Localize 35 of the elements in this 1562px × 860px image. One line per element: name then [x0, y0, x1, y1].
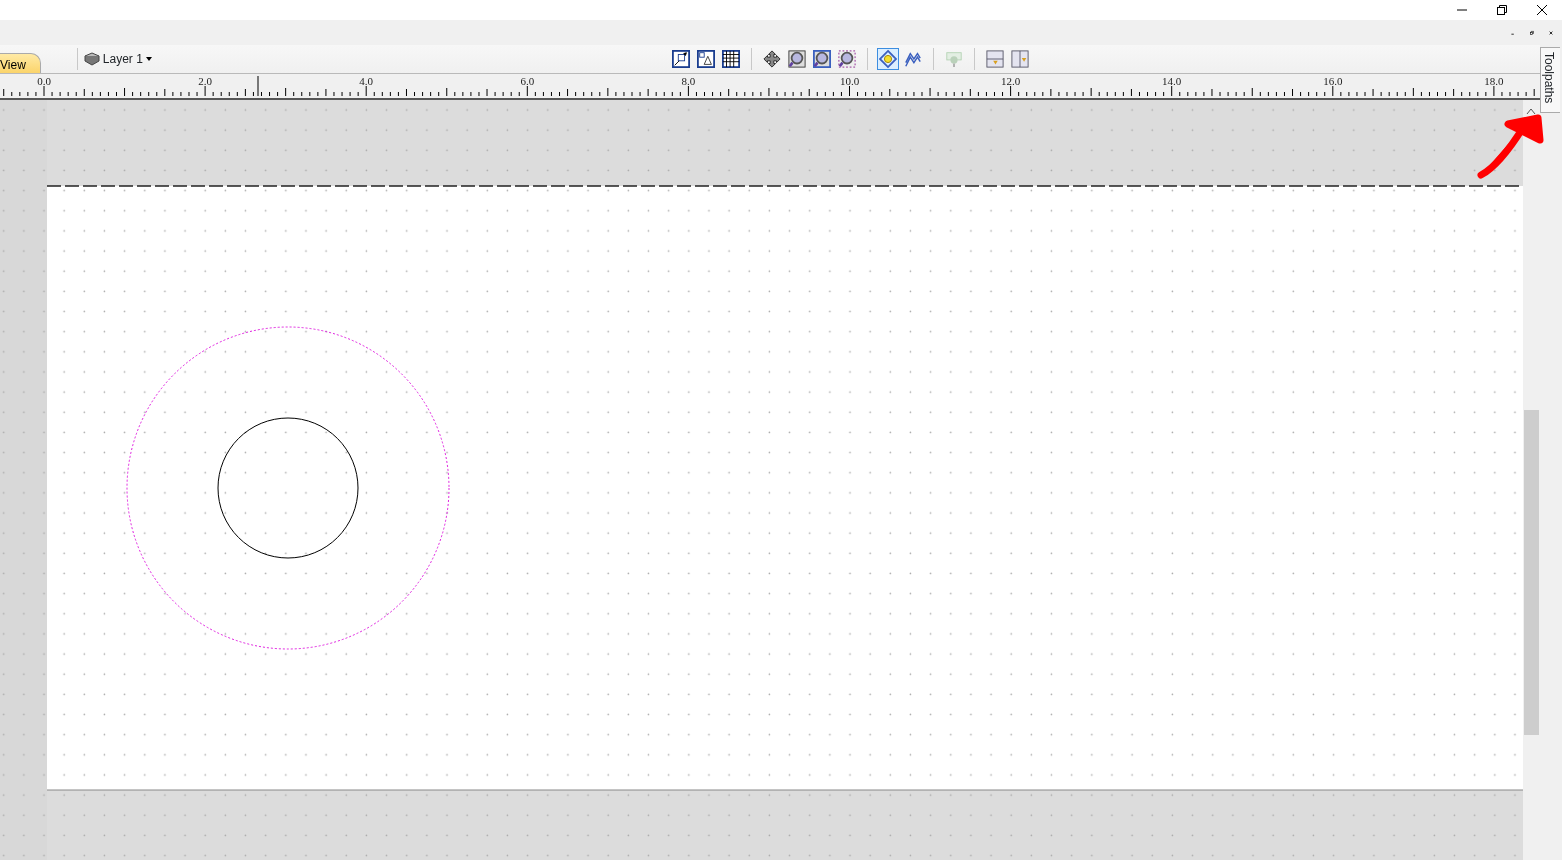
cutter-icon — [944, 49, 963, 69]
layers-icon — [83, 52, 100, 66]
magnifier-icon — [787, 49, 806, 69]
ruler-label: 2.0 — [198, 75, 212, 87]
ruler-label: 4.0 — [359, 75, 374, 87]
toolpaths-tab[interactable]: Toolpaths — [1540, 47, 1560, 113]
ruler-label: 18.0 — [1484, 75, 1504, 87]
toolbar-button[interactable] — [785, 48, 808, 70]
ruler-label: 10.0 — [839, 75, 860, 87]
panel-icon — [1010, 49, 1029, 69]
ruler-label: 0.0 — [37, 75, 51, 87]
scrollbar-thumb[interactable] — [1524, 410, 1539, 735]
ruler-label: 6.0 — [520, 75, 535, 87]
zigzag-path-icon — [903, 49, 922, 69]
panel-icon — [985, 49, 1004, 69]
ruler-label: 16.0 — [1323, 75, 1343, 87]
grid-icon — [721, 49, 740, 69]
caret-icon — [145, 57, 152, 61]
ruler-label: 12.0 — [1000, 75, 1021, 87]
toolbar-button[interactable] — [694, 48, 717, 70]
magnifier-icon — [837, 49, 856, 69]
layer-dropdown[interactable]: Layer 1 — [83, 50, 152, 68]
restore-icon — [1496, 4, 1508, 16]
ruler-label: 14.0 — [1162, 75, 1182, 87]
square-arrow-icon — [671, 49, 690, 69]
toolbar-button[interactable] — [719, 48, 742, 70]
scroll-up-icon[interactable] — [1526, 108, 1536, 115]
ruler-label: 8.0 — [681, 75, 696, 87]
magnifier-icon — [812, 49, 831, 69]
cursor-marker — [257, 75, 259, 97]
view-tab[interactable]: View — [0, 53, 41, 73]
close-icon — [1536, 4, 1548, 16]
toolbar-button[interactable] — [810, 48, 833, 70]
toolbar-button[interactable] — [669, 48, 692, 70]
toolbar-button[interactable] — [835, 48, 858, 70]
